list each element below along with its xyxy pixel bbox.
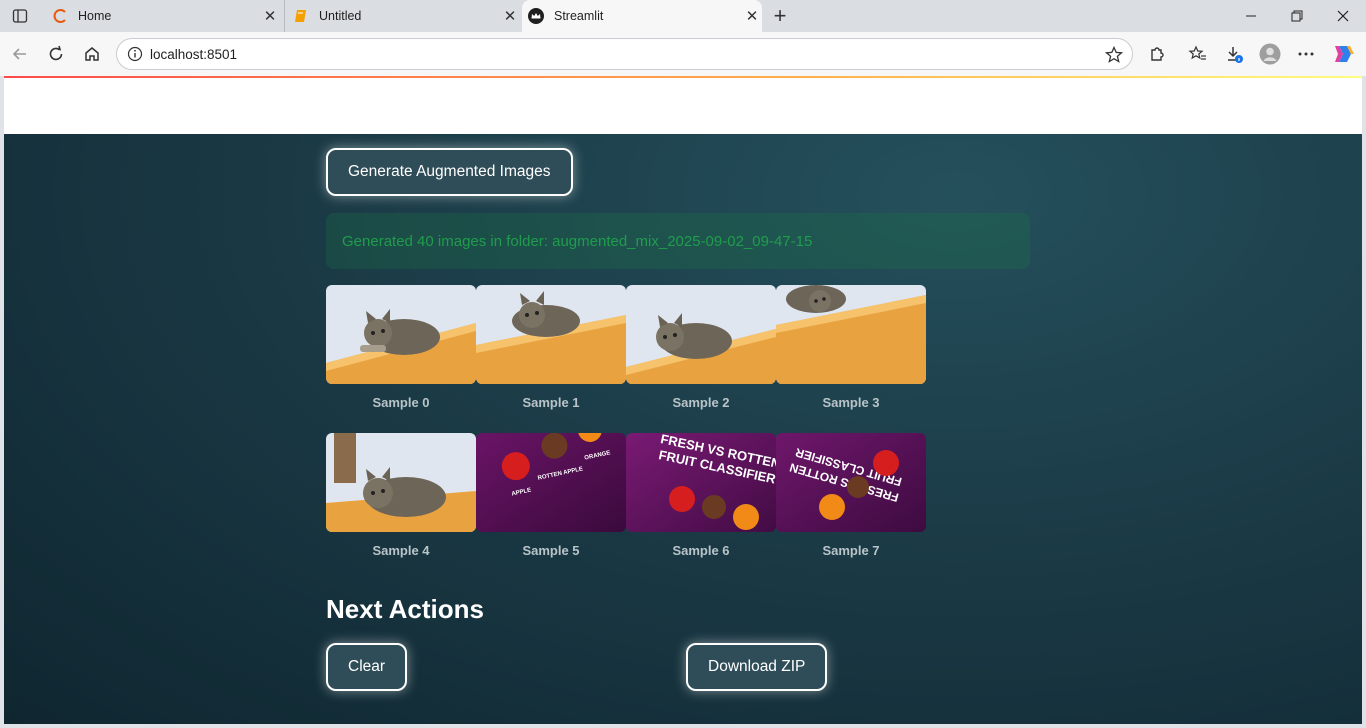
sample-image-card: Sample 1 (476, 285, 626, 410)
restore-icon[interactable] (1274, 0, 1320, 32)
tab-title: Streamlit (554, 9, 604, 23)
sample-caption: Sample 6 (672, 543, 730, 558)
favorite-star-icon[interactable] (1104, 45, 1124, 65)
browser-tab-home[interactable]: Home ✕ (44, 0, 280, 32)
cat-image (626, 285, 776, 384)
sample-caption: Sample 1 (522, 395, 580, 410)
sample-caption: Sample 5 (522, 543, 580, 558)
sample-caption: Sample 3 (822, 395, 880, 410)
sample-image-card: FRESH VS ROTTEN FRUIT CLASSIFIER Sample … (776, 433, 926, 558)
fruit-poster-image: APPLE ROTTEN APPLE ORANGE (476, 433, 626, 532)
sample-caption: Sample 7 (822, 543, 880, 558)
browser-tab-untitled[interactable]: Untitled ✕ (284, 0, 520, 32)
sample-image-card: Sample 0 (326, 285, 476, 410)
download-zip-button[interactable]: Download ZIP (686, 643, 828, 691)
reload-icon[interactable] (44, 42, 68, 66)
app-header (4, 78, 1362, 134)
close-tab-icon[interactable]: ✕ (260, 6, 280, 26)
cat-image (326, 285, 476, 384)
page-viewport: Generate Augmented Images Generated 40 i… (4, 76, 1362, 724)
url-text: localhost:8501 (150, 47, 238, 62)
sample-image-card: FRESH VS ROTTEN FRUIT CLASSIFIER Sample … (626, 433, 776, 558)
back-arrow-icon[interactable] (8, 42, 32, 66)
cat-image (476, 285, 626, 384)
image-grid-row: Sample 4 APPLE ROTTEN APPLE ORANGE Sampl… (326, 433, 926, 565)
streamlit-crown-icon (528, 8, 544, 24)
browser-toolbar: localhost:8501 (0, 32, 1366, 76)
copilot-icon[interactable] (1332, 42, 1356, 66)
cat-image (326, 433, 476, 532)
address-bar[interactable]: localhost:8501 (116, 38, 1133, 70)
tab-title: Home (78, 9, 112, 23)
close-tab-icon[interactable]: ✕ (500, 6, 520, 26)
tab-title: Untitled (319, 9, 362, 23)
tab-actions-icon[interactable] (8, 5, 32, 27)
profile-avatar-icon[interactable] (1258, 42, 1282, 66)
success-alert: Generated 40 images in folder: augmented… (326, 213, 1030, 269)
home-icon[interactable] (80, 42, 104, 66)
close-tab-icon[interactable]: ✕ (742, 6, 762, 26)
sample-caption: Sample 4 (372, 543, 430, 558)
downloads-icon[interactable] (1222, 42, 1246, 66)
sample-image-card: APPLE ROTTEN APPLE ORANGE Sample 5 (476, 433, 626, 558)
browser-tab-bar: Home ✕ Untitled ✕ Streamlit ✕ + (0, 0, 1366, 32)
clear-button[interactable]: Clear (326, 643, 408, 691)
sample-image-card: Sample 2 (626, 285, 776, 410)
extensions-puzzle-icon[interactable] (1145, 42, 1169, 66)
sample-image-card: Sample 3 (776, 285, 926, 410)
next-actions-heading: Next Actions (326, 594, 484, 624)
sample-caption: Sample 2 (672, 395, 730, 410)
success-message: Generated 40 images in folder: augmented… (342, 232, 813, 250)
site-info-icon[interactable] (127, 46, 143, 62)
close-window-icon[interactable] (1320, 0, 1366, 32)
generate-augmented-images-button[interactable]: Generate Augmented Images (326, 148, 573, 196)
sample-caption: Sample 0 (372, 395, 430, 410)
image-grid-row: Sample 0 Sample 1 Sample 2 Sample 3 (326, 285, 926, 417)
more-options-icon[interactable] (1294, 42, 1318, 66)
new-tab-plus-icon[interactable]: + (768, 3, 792, 28)
browser-tab-streamlit[interactable]: Streamlit ✕ (522, 0, 762, 32)
favorites-icon[interactable] (1186, 42, 1210, 66)
fruit-poster-image: FRESH VS ROTTEN FRUIT CLASSIFIER (776, 433, 926, 532)
minimize-icon[interactable] (1228, 0, 1274, 32)
sample-image-card: Sample 4 (326, 433, 476, 558)
loading-spinner-icon (52, 8, 68, 24)
notebook-icon (293, 8, 309, 24)
cat-image (776, 285, 926, 384)
fruit-poster-image: FRESH VS ROTTEN FRUIT CLASSIFIER (626, 433, 776, 532)
